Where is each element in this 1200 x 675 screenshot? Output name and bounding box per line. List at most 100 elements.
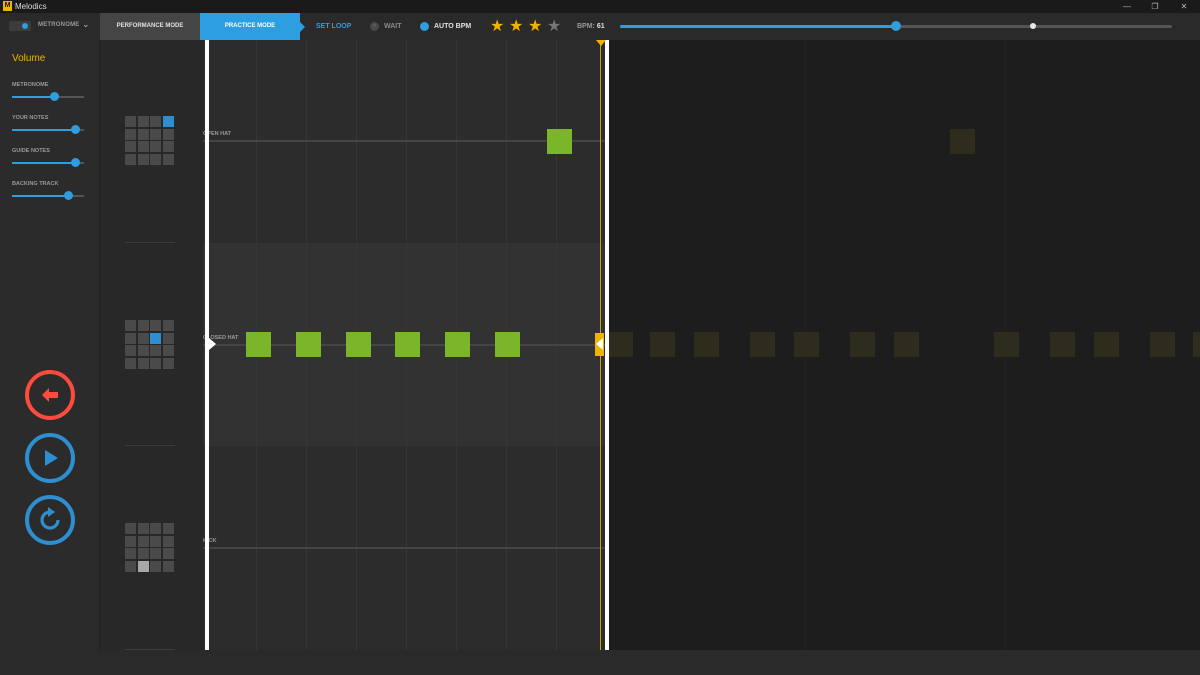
note-highway: OPEN HAT CLOSED HAT KICK bbox=[203, 40, 1200, 650]
metronome-volume-label: METRONOME bbox=[12, 82, 49, 88]
played-note bbox=[346, 332, 371, 357]
backing-track-volume-handle[interactable] bbox=[64, 191, 74, 200]
pad-cell bbox=[150, 141, 162, 153]
tab-performance-mode[interactable]: PERFORMANCE MODE bbox=[100, 13, 200, 40]
lane-line-kick bbox=[203, 547, 607, 549]
pad-separator bbox=[125, 242, 175, 243]
pad-cell bbox=[125, 141, 136, 153]
pad-cell bbox=[150, 345, 162, 357]
backing-track-volume-label: BACKING TRACK bbox=[12, 181, 59, 187]
star-icon: ★ bbox=[509, 18, 524, 35]
tempo-slider-handle[interactable] bbox=[891, 21, 901, 31]
playhead-notch-arrow bbox=[596, 338, 603, 350]
play-button[interactable] bbox=[25, 433, 75, 483]
metronome-volume-fill bbox=[12, 96, 54, 98]
pad-cell bbox=[162, 153, 174, 165]
pad-cell bbox=[137, 345, 149, 357]
pad-grid-closed-hat bbox=[125, 320, 175, 370]
pad-cell bbox=[150, 320, 162, 331]
pad-cell bbox=[162, 560, 174, 572]
set-loop-button[interactable]: SET LOOP bbox=[316, 23, 351, 30]
played-note bbox=[395, 332, 420, 357]
restart-icon bbox=[40, 507, 60, 530]
upcoming-note bbox=[1193, 332, 1200, 357]
pad-cell bbox=[150, 535, 162, 547]
loop-end-marker[interactable] bbox=[605, 40, 609, 650]
played-note bbox=[495, 332, 520, 357]
upcoming-note bbox=[650, 332, 675, 357]
pad-cell bbox=[162, 357, 174, 369]
pad-cell bbox=[150, 128, 162, 140]
guide-notes-volume-fill bbox=[12, 162, 76, 164]
pad-cell-active bbox=[162, 116, 174, 127]
app-logo: M bbox=[3, 1, 12, 11]
title-bar: M Melodics — ❐ ✕ bbox=[0, 0, 1200, 13]
metronome-volume-handle[interactable] bbox=[49, 92, 59, 101]
pad-cell-active bbox=[150, 332, 162, 344]
pad-cell bbox=[137, 548, 149, 560]
pad-cell bbox=[125, 332, 136, 344]
pad-column bbox=[100, 40, 203, 650]
pad-cell bbox=[162, 523, 174, 534]
pad-cell bbox=[125, 560, 136, 572]
pad-cell bbox=[162, 332, 174, 344]
playhead-notch bbox=[595, 333, 604, 356]
wait-label[interactable]: WAIT bbox=[384, 23, 402, 30]
pad-cell bbox=[162, 345, 174, 357]
pad-cell-active bbox=[137, 560, 149, 572]
pad-cell bbox=[162, 548, 174, 560]
pad-cell bbox=[150, 523, 162, 534]
pad-cell bbox=[137, 320, 149, 331]
wait-toggle-icon[interactable]: ○ bbox=[370, 22, 379, 31]
your-notes-volume-handle[interactable] bbox=[71, 125, 81, 134]
pad-grid-open-hat bbox=[125, 116, 175, 166]
back-button[interactable] bbox=[25, 370, 75, 420]
restore-icon[interactable]: ❐ bbox=[1141, 0, 1169, 13]
metronome-label[interactable]: METRONOME bbox=[38, 22, 79, 28]
pad-cell bbox=[137, 116, 149, 127]
pad-cell bbox=[125, 523, 136, 534]
guide-notes-volume-label: GUIDE NOTES bbox=[12, 148, 50, 154]
upcoming-note bbox=[850, 332, 875, 357]
pad-cell bbox=[125, 320, 136, 331]
bpm-readout: BPM: 61 bbox=[577, 23, 605, 30]
pad-cell bbox=[162, 128, 174, 140]
pad-grid-kick bbox=[125, 523, 175, 573]
close-icon[interactable]: ✕ bbox=[1170, 0, 1198, 13]
pad-cell bbox=[125, 535, 136, 547]
played-note bbox=[445, 332, 470, 357]
auto-bpm-label[interactable]: AUTO BPM bbox=[434, 23, 471, 30]
pad-cell bbox=[137, 128, 149, 140]
loop-start-notch bbox=[209, 338, 216, 350]
pad-cell bbox=[125, 116, 136, 127]
minimize-icon[interactable]: — bbox=[1113, 0, 1141, 13]
upcoming-note bbox=[750, 332, 775, 357]
pad-cell bbox=[162, 535, 174, 547]
pad-cell bbox=[125, 357, 136, 369]
upcoming-note bbox=[1094, 332, 1119, 357]
tab-practice-mode[interactable]: PRACTICE MODE bbox=[200, 13, 300, 40]
auto-bpm-toggle-icon[interactable] bbox=[420, 22, 429, 31]
guide-notes-volume-handle[interactable] bbox=[71, 158, 81, 167]
pad-cell bbox=[137, 153, 149, 165]
pad-cell bbox=[150, 560, 162, 572]
tempo-target-marker[interactable] bbox=[1029, 23, 1036, 29]
played-note bbox=[296, 332, 321, 357]
restart-button[interactable] bbox=[25, 495, 75, 545]
upcoming-note bbox=[794, 332, 819, 357]
pad-cell bbox=[137, 141, 149, 153]
pad-cell bbox=[137, 523, 149, 534]
upcoming-note bbox=[608, 332, 633, 357]
playhead-indicator bbox=[596, 40, 606, 46]
active-tab-arrow bbox=[300, 22, 305, 32]
pad-cell bbox=[150, 116, 162, 127]
pad-cell bbox=[150, 357, 162, 369]
your-notes-volume-label: YOUR NOTES bbox=[12, 115, 49, 121]
metronome-toggle[interactable] bbox=[9, 21, 31, 31]
pad-cell bbox=[162, 141, 174, 153]
back-arrow-icon bbox=[42, 388, 58, 402]
pad-cell bbox=[137, 357, 149, 369]
played-note bbox=[547, 129, 572, 154]
app-title: Melodics bbox=[15, 2, 47, 11]
chevron-down-icon[interactable]: ⌄ bbox=[82, 19, 90, 30]
